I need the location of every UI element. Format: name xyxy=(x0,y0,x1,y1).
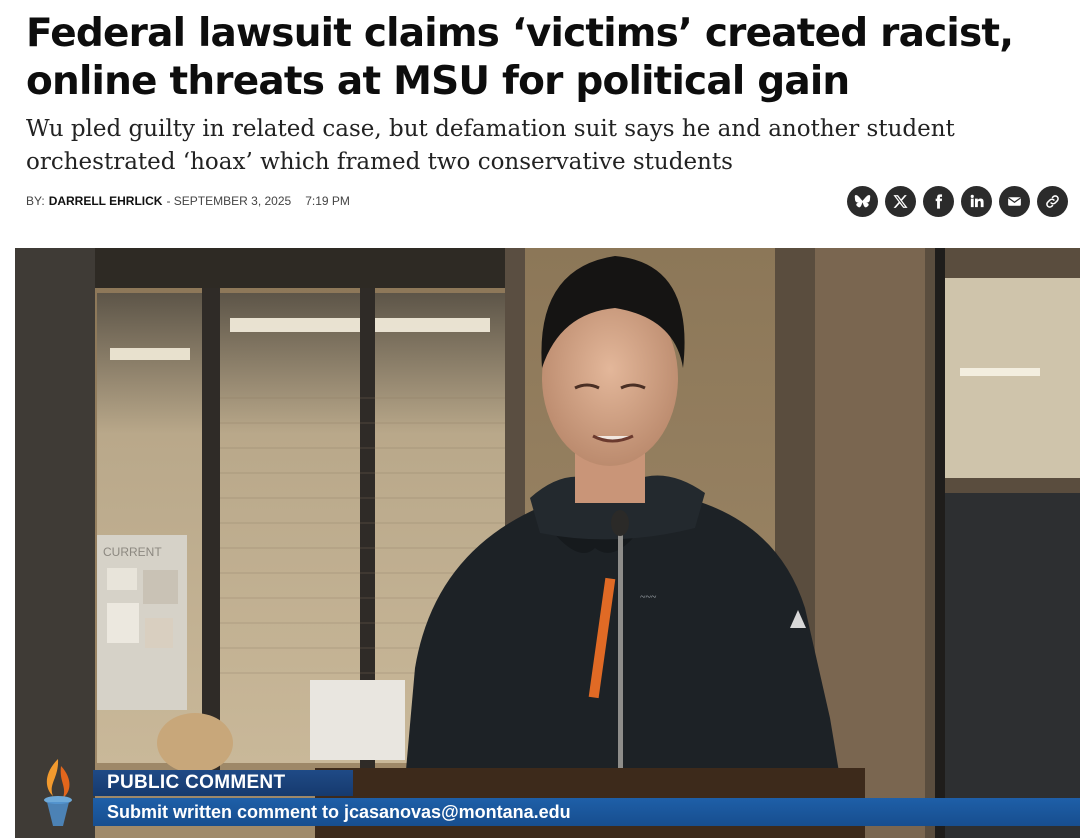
headline-line-1: Federal lawsuit claims ‘victims’ created… xyxy=(26,11,1014,56)
facebook-icon xyxy=(935,194,943,209)
headline-line-2: online threats at MSU for political gain xyxy=(26,59,850,104)
author-link[interactable]: DARRELL EHRLICK xyxy=(49,194,163,208)
byline-prefix: BY: xyxy=(26,194,45,208)
copy-link-button[interactable] xyxy=(1037,186,1068,217)
email-icon xyxy=(1008,197,1021,206)
share-x-button[interactable] xyxy=(885,186,916,217)
publish-time: 7:19 PM xyxy=(305,194,350,208)
publish-date: - SEPTEMBER 3, 2025 xyxy=(166,194,292,208)
torch-icon xyxy=(44,759,72,826)
photo-scene: CURRENT ~~~ xyxy=(15,248,1080,838)
share-bluesky-button[interactable] xyxy=(847,186,878,217)
link-icon xyxy=(1046,195,1059,208)
lower-third-text: Submit written comment to jcasanovas@mon… xyxy=(93,798,1080,826)
broadcast-lower-third: PUBLIC COMMENT Submit written comment to… xyxy=(15,759,1080,838)
byline: BY: DARRELL EHRLICK - SEPTEMBER 3, 2025 … xyxy=(26,194,350,208)
share-facebook-button[interactable] xyxy=(923,186,954,217)
board-sign: CURRENT xyxy=(103,545,162,559)
article-photo: CURRENT ~~~ PUBLIC COMMENT Submit writte… xyxy=(15,248,1080,838)
share-bar xyxy=(847,186,1068,217)
linkedin-icon xyxy=(970,194,984,208)
share-linkedin-button[interactable] xyxy=(961,186,992,217)
article-subhead: Wu pled guilty in related case, but defa… xyxy=(26,113,1056,179)
svg-text:~~~: ~~~ xyxy=(640,592,657,603)
bluesky-icon xyxy=(854,195,871,208)
subhead-line-2: orchestrated ‘hoax’ which framed two con… xyxy=(26,149,733,175)
subhead-line-1: Wu pled guilty in related case, but defa… xyxy=(26,116,955,142)
x-icon xyxy=(893,195,908,208)
lower-third-title: PUBLIC COMMENT xyxy=(93,770,353,796)
share-email-button[interactable] xyxy=(999,186,1030,217)
article-headline: Federal lawsuit claims ‘victims’ created… xyxy=(26,10,1056,106)
